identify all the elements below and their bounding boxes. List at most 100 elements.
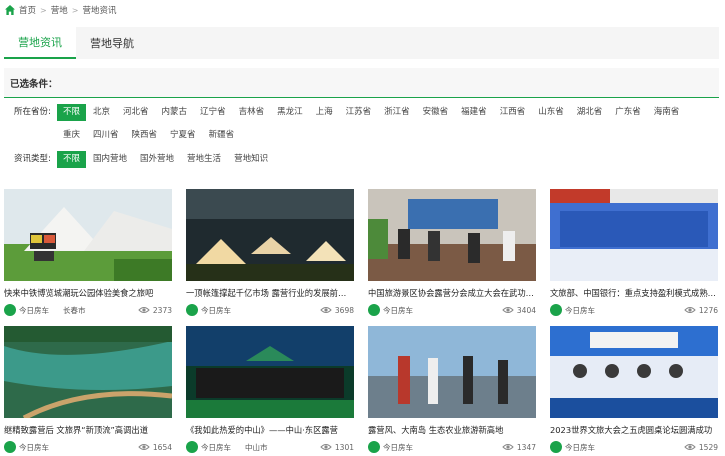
province-option[interactable]: 陕西省 [126,127,164,144]
news-source: 今日房车 [565,442,595,452]
news-thumbnail[interactable] [186,189,354,281]
news-title[interactable]: 快来中铁博览城潮玩公园体验美食之旅吧 [4,287,172,299]
eye-icon [502,444,514,450]
view-count-value: 2373 [152,305,172,315]
province-option[interactable]: 江苏省 [340,104,378,121]
province-option[interactable]: 海南省 [648,104,686,121]
breadcrumb: 首页 > 营地 > 营地资讯 [4,3,116,17]
news-meta: 今日房车 1654 [4,440,172,454]
source-logo-icon [550,304,562,316]
news-title[interactable]: 文旅部、中国银行：重点支持盈利模式成熟的露营地 [550,287,718,299]
source-logo-icon [368,304,380,316]
breadcrumb-separator: > [40,5,47,15]
breadcrumb-separator: > [71,5,79,15]
eye-icon [138,444,150,450]
province-option[interactable]: 浙江省 [378,104,416,121]
province-option[interactable]: 河北省 [117,104,155,121]
province-option[interactable]: 江西省 [494,104,532,121]
view-count: 3404 [502,306,536,315]
news-title[interactable]: 《我如此热爱的中山》——中山·东区露营 [186,424,354,436]
province-option[interactable]: 北京 [87,104,116,121]
news-meta: 今日房车 1529 [550,440,718,454]
province-option[interactable]: 宁夏省 [164,127,202,144]
news-thumbnail[interactable] [368,189,536,281]
province-option[interactable]: 黑龙江 [271,104,309,121]
source-logo-icon [186,304,198,316]
view-count: 2373 [138,306,172,315]
eye-icon [684,307,696,313]
tab-camp-news[interactable]: 营地资讯 [4,27,76,59]
view-count-value: 1347 [516,442,536,452]
province-option[interactable]: 四川省 [87,127,125,144]
news-source: 今日房车 [201,305,231,315]
eye-icon [138,307,150,313]
view-count-value: 1301 [334,442,354,452]
news-source: 今日房车 [383,442,413,452]
type-option[interactable]: 国外营地 [134,151,180,168]
type-filter-row: 资讯类型: 不限 国内营地 国外营地 营地生活 营地知识 [4,151,719,174]
news-source: 今日房车 [19,305,49,315]
news-meta: 今日房车 3404 [368,303,536,317]
eye-icon [320,307,332,313]
breadcrumb-camp[interactable]: 营地 [51,4,68,16]
news-source: 今日房车 [19,442,49,452]
province-option[interactable]: 重庆 [57,127,86,144]
news-card[interactable]: 快来中铁博览城潮玩公园体验美食之旅吧 今日房车 长春市 2373 [4,189,172,317]
province-option[interactable]: 福建省 [455,104,493,121]
news-title[interactable]: 露营风、大南岛 生态农业旅游新高地 [368,424,536,436]
type-options: 不限 国内营地 国外营地 营地生活 营地知识 [57,151,697,174]
news-card[interactable]: 《我如此热爱的中山》——中山·东区露营 今日房车 中山市 1301 [186,326,354,454]
province-option[interactable]: 内蒙古 [156,104,194,121]
eye-icon [502,307,514,313]
province-option[interactable]: 吉林省 [233,104,271,121]
view-count: 1529 [684,443,718,452]
province-option[interactable]: 安徽省 [417,104,455,121]
news-title[interactable]: 一顶帐篷撑起千亿市场 露营行业的发展前景如何 [186,287,354,299]
type-option[interactable]: 不限 [57,151,87,168]
view-count-value: 1276 [698,305,718,315]
view-count: 1347 [502,443,536,452]
view-count-value: 3698 [334,305,354,315]
news-thumbnail[interactable] [368,326,536,418]
news-title[interactable]: 中国旅游景区协会露营分会成立大会在武功山召开 [368,287,536,299]
news-meta: 今日房车 3698 [186,303,354,317]
province-option[interactable]: 上海 [310,104,339,121]
news-card[interactable]: 文旅部、中国银行：重点支持盈利模式成熟的露营地 今日房车 1276 [550,189,718,317]
news-meta: 今日房车 中山市 1301 [186,440,354,454]
news-source: 今日房车 [383,305,413,315]
news-thumbnail[interactable] [550,326,718,418]
news-card[interactable]: 露营风、大南岛 生态农业旅游新高地 今日房车 1347 [368,326,536,454]
type-option[interactable]: 营地生活 [181,151,227,168]
province-option[interactable]: 山东省 [532,104,570,121]
news-card[interactable]: 一顶帐篷撑起千亿市场 露营行业的发展前景如何 今日房车 3698 [186,189,354,317]
news-title[interactable]: 继精致露营后 文旅界“新顶流”高调出道 [4,424,172,436]
news-thumbnail[interactable] [4,189,172,281]
news-thumbnail[interactable] [4,326,172,418]
source-logo-icon [186,441,198,453]
source-logo-icon [4,441,16,453]
type-option[interactable]: 国内营地 [87,151,133,168]
news-thumbnail[interactable] [186,326,354,418]
view-count: 1654 [138,443,172,452]
view-count-value: 1529 [698,442,718,452]
news-card[interactable]: 继精致露营后 文旅界“新顶流”高调出道 今日房车 1654 [4,326,172,454]
province-option[interactable]: 不限 [57,104,87,121]
news-thumbnail[interactable] [550,189,718,281]
type-option[interactable]: 营地知识 [228,151,274,168]
home-icon[interactable] [4,4,16,16]
news-meta: 今日房车 1276 [550,303,718,317]
province-option[interactable]: 新疆省 [203,127,241,144]
province-option[interactable]: 辽宁省 [194,104,232,121]
province-option[interactable]: 广东省 [609,104,647,121]
breadcrumb-home[interactable]: 首页 [19,4,36,16]
eye-icon [684,444,696,450]
news-card[interactable]: 中国旅游景区协会露营分会成立大会在武功山召开 今日房车 3404 [368,189,536,317]
news-source: 今日房车 [201,442,231,452]
page: 首页 > 营地 > 营地资讯 营地资讯 营地导航 已选条件： 所在省份: 不限北… [0,0,725,456]
source-logo-icon [4,304,16,316]
source-logo-icon [550,441,562,453]
tab-camp-navigation[interactable]: 营地导航 [76,27,148,59]
province-option[interactable]: 湖北省 [571,104,609,121]
news-card[interactable]: 2023世界文旅大会之五虎圆桌论坛圆满成功 今日房车 1529 [550,326,718,454]
news-title[interactable]: 2023世界文旅大会之五虎圆桌论坛圆满成功 [550,424,718,436]
